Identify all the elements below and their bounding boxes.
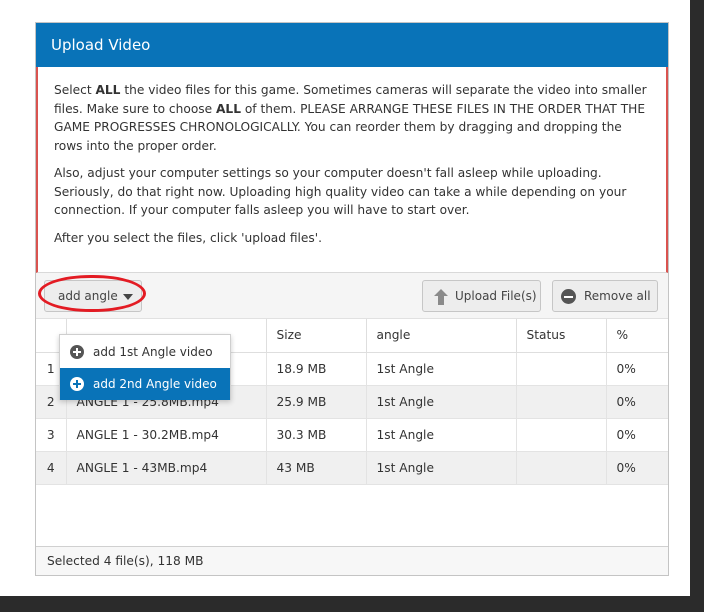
file-percent: 0% bbox=[606, 385, 668, 419]
table-row[interactable]: 3 ANGLE 1 - 30.2MB.mp4 30.3 MB 1st Angle… bbox=[36, 418, 668, 452]
upload-files-label: Upload File(s) bbox=[455, 289, 537, 303]
menu-item-label: add 2nd Angle video bbox=[93, 377, 217, 391]
table-row[interactable]: 4 ANGLE 1 - 43MB.mp4 43 MB 1st Angle 0% bbox=[36, 451, 668, 485]
menu-item-add-2nd-angle[interactable]: add 2nd Angle video bbox=[60, 368, 230, 400]
add-angle-dropdown-menu: add 1st Angle video add 2nd Angle video bbox=[59, 334, 231, 400]
file-name: ANGLE 1 - 43MB.mp4 bbox=[66, 451, 267, 485]
page-background-left bbox=[0, 0, 20, 596]
upload-video-dialog: Upload Video Select ALL the video files … bbox=[35, 22, 669, 576]
file-size: 43 MB bbox=[266, 451, 367, 485]
instructions-paragraph-2: Also, adjust your computer settings so y… bbox=[54, 166, 627, 217]
file-angle: 1st Angle bbox=[366, 451, 517, 485]
page-content: Upload Video Select ALL the video files … bbox=[20, 0, 686, 596]
instructions-paragraph-1: Select ALL the video files for this game… bbox=[54, 83, 647, 153]
row-number: 4 bbox=[36, 451, 67, 485]
file-size: 30.3 MB bbox=[266, 418, 367, 452]
remove-all-label: Remove all bbox=[584, 289, 651, 303]
file-angle: 1st Angle bbox=[366, 418, 517, 452]
instructions-panel: Select ALL the video files for this game… bbox=[36, 67, 668, 273]
col-header-size: Size bbox=[266, 319, 367, 353]
file-size: 18.9 MB bbox=[266, 352, 367, 386]
plus-circle-icon bbox=[70, 377, 84, 391]
minus-circle-icon bbox=[561, 289, 576, 304]
file-angle: 1st Angle bbox=[366, 385, 517, 419]
instructions-paragraph-3: After you select the files, click 'uploa… bbox=[54, 230, 322, 245]
file-status bbox=[516, 385, 607, 419]
file-size: 25.9 MB bbox=[266, 385, 367, 419]
file-status bbox=[516, 451, 607, 485]
upload-toolbar: add angle Upload File(s) Remove all bbox=[36, 273, 668, 319]
add-angle-button[interactable]: add angle bbox=[44, 280, 142, 312]
file-status bbox=[516, 352, 607, 386]
menu-item-add-1st-angle[interactable]: add 1st Angle video bbox=[60, 336, 230, 368]
file-percent: 0% bbox=[606, 352, 668, 386]
file-status bbox=[516, 418, 607, 452]
menu-item-label: add 1st Angle video bbox=[93, 345, 213, 359]
row-number: 3 bbox=[36, 418, 67, 452]
plus-circle-icon bbox=[70, 345, 84, 359]
add-angle-label: add angle bbox=[58, 289, 118, 303]
dialog-title: Upload Video bbox=[36, 23, 668, 67]
upload-arrow-icon bbox=[434, 289, 448, 305]
col-header-angle: angle bbox=[366, 319, 517, 353]
file-name: ANGLE 1 - 30.2MB.mp4 bbox=[66, 418, 267, 452]
file-percent: 0% bbox=[606, 451, 668, 485]
remove-all-button[interactable]: Remove all bbox=[552, 280, 658, 312]
col-header-status: Status bbox=[516, 319, 607, 353]
col-header-percent: % bbox=[606, 319, 668, 353]
selection-summary: Selected 4 file(s), 118 MB bbox=[36, 546, 668, 575]
file-angle: 1st Angle bbox=[366, 352, 517, 386]
caret-down-icon bbox=[123, 294, 133, 300]
page-background-right bbox=[686, 0, 690, 596]
upload-files-button[interactable]: Upload File(s) bbox=[422, 280, 541, 312]
file-percent: 0% bbox=[606, 418, 668, 452]
